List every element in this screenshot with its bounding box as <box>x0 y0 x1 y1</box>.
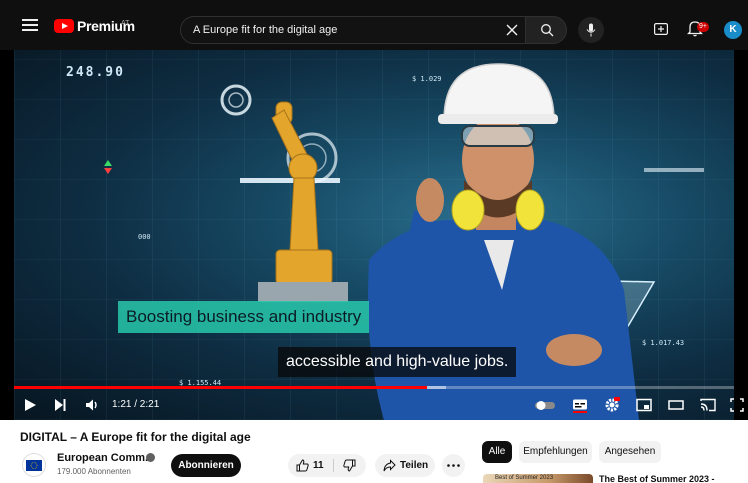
caption-line: Boosting business and industry <box>118 301 370 333</box>
clear-search-icon[interactable] <box>504 22 520 38</box>
subscriber-count: 179.000 Abonnenten <box>57 467 131 476</box>
next-video-icon[interactable] <box>52 397 68 413</box>
play-icon[interactable] <box>22 397 38 413</box>
like-count: 11 <box>313 460 324 471</box>
seek-bar[interactable] <box>14 386 734 389</box>
video-player[interactable]: 248.90 $ 1.029 000 $ 1.017.43 $ 1.155.44 <box>0 50 748 420</box>
verified-badge-icon <box>146 453 155 462</box>
more-actions-button[interactable] <box>442 454 465 477</box>
chip-watched[interactable]: Angesehen <box>599 441 661 463</box>
channel-avatar[interactable] <box>22 453 46 477</box>
miniplayer-icon[interactable] <box>636 397 652 413</box>
eu-flag-icon <box>26 460 42 471</box>
search-icon <box>541 24 554 37</box>
notification-count-badge: 9+ <box>697 22 709 32</box>
search-input-value: A Europe fit for the digital age <box>193 24 338 36</box>
voice-search-button[interactable] <box>578 17 604 43</box>
share-button[interactable]: Teilen <box>375 454 435 477</box>
time-display: 1:21 / 2:21 <box>112 399 160 410</box>
chip-all[interactable]: Alle <box>482 441 512 463</box>
fullscreen-icon[interactable] <box>730 397 744 413</box>
more-horizontal-icon <box>447 464 460 467</box>
subscribe-button[interactable]: Abonnieren <box>171 454 241 477</box>
volume-icon[interactable] <box>84 397 100 413</box>
menu-icon[interactable] <box>22 19 38 31</box>
theater-mode-icon[interactable] <box>668 397 684 413</box>
like-dislike-group: 11 <box>288 454 366 477</box>
chip-recommendations[interactable]: Empfehlungen <box>519 441 592 463</box>
create-video-icon[interactable] <box>654 23 668 35</box>
autoplay-toggle-icon[interactable] <box>534 397 556 413</box>
recommendation-thumbnail-text: Best of Summer 2023 <box>495 475 554 481</box>
dislike-thumb-down-icon[interactable] <box>343 459 356 472</box>
search-input[interactable]: A Europe fit for the digital age <box>180 16 529 44</box>
channel-name[interactable]: European Comm... <box>57 452 154 464</box>
recommendation-title[interactable]: The Best of Summer 2023 - <box>599 474 715 483</box>
like-thumb-up-icon[interactable] <box>296 459 309 472</box>
search-button[interactable] <box>525 16 567 44</box>
account-avatar[interactable]: K <box>724 21 742 39</box>
seek-bar-progress <box>14 386 428 389</box>
video-title: DIGITAL – A Europe fit for the digital a… <box>20 430 251 444</box>
settings-gear-icon[interactable] <box>604 397 620 413</box>
like-divider <box>333 459 334 472</box>
logo-country-code: AT <box>121 20 130 27</box>
youtube-logo-icon <box>54 19 74 33</box>
youtube-watch-page: Premium AT A Europe fit for the digital … <box>0 0 748 483</box>
masthead: Premium AT A Europe fit for the digital … <box>0 0 748 50</box>
share-label: Teilen <box>400 460 429 471</box>
microphone-icon <box>586 23 596 37</box>
player-controls: 1:21 / 2:21 <box>0 390 748 420</box>
share-arrow-icon <box>383 459 396 472</box>
cast-icon[interactable] <box>700 397 716 413</box>
recommendation-thumbnail[interactable]: Best of Summer 2023 <box>483 474 593 483</box>
video-frame: 248.90 $ 1.029 000 $ 1.017.43 $ 1.155.44 <box>14 50 734 420</box>
subtitles-icon[interactable] <box>572 397 588 413</box>
caption-line: accessible and high-value jobs. <box>278 347 517 377</box>
